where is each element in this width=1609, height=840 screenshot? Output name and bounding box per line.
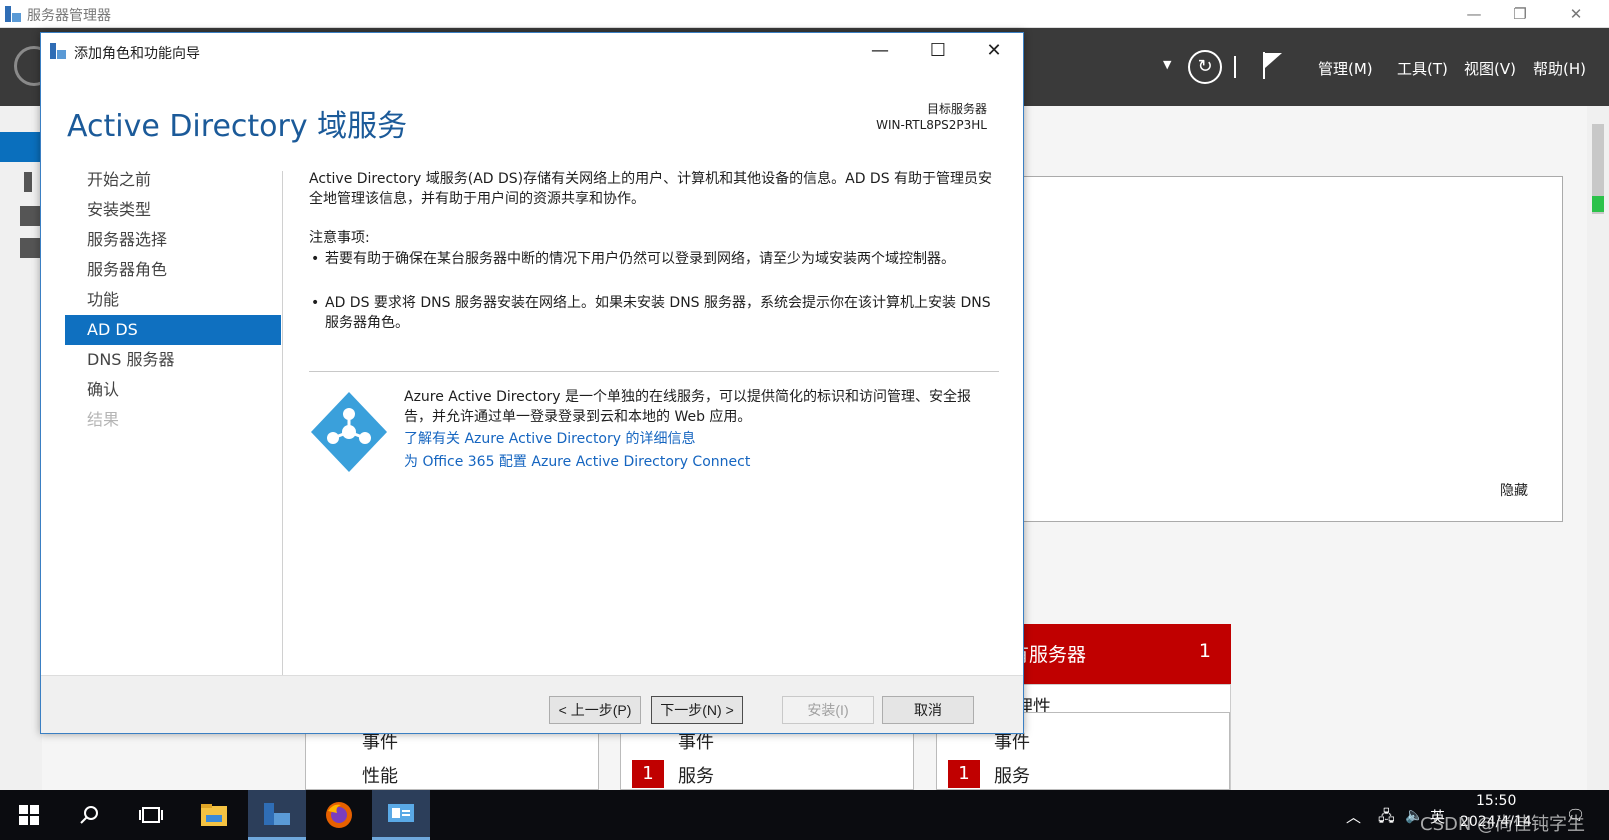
tile-services[interactable]: 服务 <box>994 762 1030 788</box>
wizard-titlebar: 添加角色和功能向导 — ☐ ✕ <box>41 33 1023 69</box>
dropdown-caret-icon[interactable]: ▼ <box>1163 58 1171 71</box>
tile-count: 1 <box>1198 640 1211 662</box>
step-dns-server[interactable]: DNS 服务器 <box>65 345 281 375</box>
watermark: CSDN @尚佳钝字生 <box>1420 814 1586 835</box>
server-manager-title: 服务器管理器 <box>27 8 111 24</box>
restore-button[interactable]: ❐ <box>1497 0 1543 28</box>
close-button[interactable]: ✕ <box>1553 0 1599 28</box>
welcome-panel <box>1010 176 1563 522</box>
show-hidden-icons-icon[interactable]: ︿ <box>1346 806 1361 827</box>
server-manager-icon <box>5 6 21 22</box>
wizard-footer: < 上一步(P) 下一步(N) > 安装(I) 取消 <box>41 675 1023 733</box>
tile-performance[interactable]: 性能 <box>362 762 398 788</box>
wizard-title: 添加角色和功能向导 <box>74 46 200 62</box>
menu-tools[interactable]: 工具(T) <box>1397 58 1448 79</box>
note-item: • AD DS 要求将 DNS 服务器安装在网络上。如果未安装 DNS 服务器，… <box>309 293 995 333</box>
all-servers-tile-header[interactable]: 有服务器 1 <box>1010 624 1231 684</box>
task-view-icon[interactable] <box>122 790 180 840</box>
network-icon[interactable]: 🖧 <box>1378 806 1395 831</box>
clock-time[interactable]: 15:50 <box>1476 793 1516 809</box>
hide-link[interactable]: 隐藏 <box>1500 480 1528 500</box>
menu-manage[interactable]: 管理(M) <box>1318 58 1373 79</box>
step-confirmation[interactable]: 确认 <box>65 375 281 405</box>
notes-heading: 注意事项: <box>309 230 370 246</box>
start-windows-icon[interactable] <box>0 790 58 840</box>
file-explorer-icon[interactable] <box>185 790 243 840</box>
bullet-icon: • <box>311 295 320 311</box>
previous-button[interactable]: < 上一步(P) <box>549 696 641 724</box>
step-ad-ds[interactable]: AD DS <box>65 315 281 345</box>
scrollbar-indicator <box>1592 196 1604 212</box>
taskbar: ︿ 🖧 🔈 英 15:50 2024/4/14 🗨 <box>0 790 1609 840</box>
file-services-nav-icon[interactable] <box>20 238 42 258</box>
target-server-label: 目标服务器 <box>926 102 987 116</box>
menu-help[interactable]: 帮助(H) <box>1533 58 1586 79</box>
section-divider <box>309 371 999 372</box>
target-server-name: WIN-RTL8PS2P3HL <box>876 118 987 132</box>
azure-learn-more-link[interactable]: 了解有关 Azure Active Directory 的详细信息 <box>404 428 696 448</box>
local-server-nav-icon[interactable] <box>24 172 32 192</box>
alert-badge: 1 <box>632 760 664 788</box>
next-button[interactable]: 下一步(N) > <box>651 696 743 724</box>
add-roles-wizard-dialog: 添加角色和功能向导 — ☐ ✕ Active Directory 域服务 目标服… <box>40 32 1024 734</box>
firefox-icon[interactable] <box>310 790 368 840</box>
server-manager-titlebar: 服务器管理器 — ❐ ✕ <box>0 0 1609 28</box>
all-servers-nav-icon[interactable] <box>20 206 42 226</box>
steps-divider <box>282 171 283 691</box>
note-text: 若要有助于确保在某台服务器中断的情况下用户仍然可以登录到网络，请至少为域安装两个… <box>325 251 955 267</box>
separator <box>1234 56 1236 78</box>
alert-badge: 1 <box>948 760 980 788</box>
step-server-selection[interactable]: 服务器选择 <box>65 225 281 255</box>
bullet-icon: • <box>311 251 320 267</box>
install-button: 安装(I) <box>782 696 874 724</box>
azure-active-directory-icon <box>311 392 387 472</box>
dashboard-nav-icon[interactable] <box>0 132 42 162</box>
ad-ds-description: Active Directory 域服务(AD DS)存储有关网络上的用户、计算… <box>309 171 993 207</box>
cancel-button[interactable]: 取消 <box>882 696 974 724</box>
search-icon[interactable] <box>61 790 119 840</box>
wizard-steps-nav: 开始之前 安装类型 服务器选择 服务器角色 功能 AD DS DNS 服务器 确… <box>65 165 281 435</box>
refresh-icon[interactable]: ↻ <box>1188 50 1222 84</box>
notification-flag-icon[interactable] <box>1262 50 1286 80</box>
step-results: 结果 <box>87 410 120 429</box>
step-installation-type[interactable]: 安装类型 <box>65 195 281 225</box>
wizard-maximize-button[interactable]: ☐ <box>909 33 967 69</box>
office365-azure-connect-link[interactable]: 为 Office 365 配置 Azure Active Directory C… <box>404 451 750 471</box>
page-heading: Active Directory 域服务 <box>67 109 408 144</box>
wizard-minimize-button[interactable]: — <box>851 33 909 69</box>
tile-services[interactable]: 服务 <box>678 762 714 788</box>
wizard-app-icon <box>50 43 66 59</box>
step-features[interactable]: 功能 <box>65 285 281 315</box>
note-text: AD DS 要求将 DNS 服务器安装在网络上。如果未安装 DNS 服务器，系统… <box>325 295 991 331</box>
azure-description: Azure Active Directory 是一个单独的在线服务，可以提供简化… <box>404 389 972 425</box>
step-before-you-begin[interactable]: 开始之前 <box>65 165 281 195</box>
menu-view[interactable]: 视图(V) <box>1464 58 1516 79</box>
step-server-roles[interactable]: 服务器角色 <box>65 255 281 285</box>
server-manager-taskbar-icon[interactable] <box>248 790 306 840</box>
note-item: • 若要有助于确保在某台服务器中断的情况下用户仍然可以登录到网络，请至少为域安装… <box>309 249 995 269</box>
control-panel-icon[interactable] <box>372 790 430 840</box>
minimize-button[interactable]: — <box>1451 0 1497 28</box>
wizard-close-button[interactable]: ✕ <box>965 33 1023 69</box>
